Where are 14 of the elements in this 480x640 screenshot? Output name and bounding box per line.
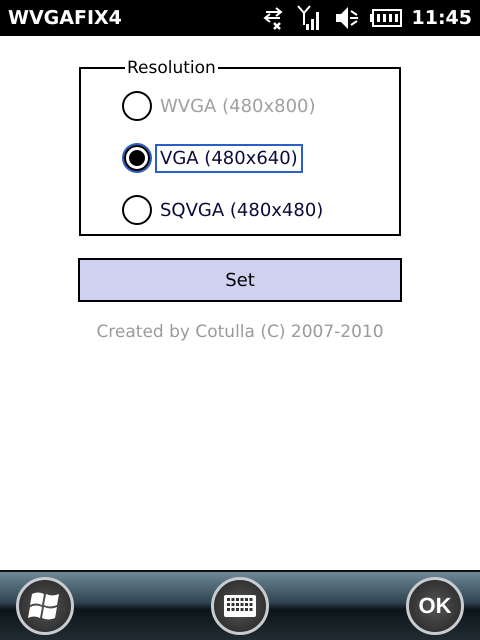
- radio-button[interactable]: [121, 142, 153, 174]
- battery-icon: [370, 9, 402, 27]
- credit-text: Created by Cotulla (C) 2007-2010: [96, 322, 384, 342]
- option-label[interactable]: VGA (480x640): [155, 144, 303, 172]
- group-legend: Resolution: [125, 58, 218, 78]
- app-title: WVGAFIX4: [8, 7, 122, 29]
- radio-button[interactable]: [121, 194, 153, 226]
- windows-flag-icon: [28, 590, 62, 622]
- speaker-muted-icon: [334, 5, 360, 31]
- ok-button[interactable]: OK: [406, 577, 464, 635]
- clock-time: 11:45: [412, 7, 472, 29]
- set-button[interactable]: Set: [78, 258, 402, 302]
- option-label[interactable]: SQVGA (480x480): [155, 196, 328, 224]
- keyboard-icon: [224, 595, 256, 617]
